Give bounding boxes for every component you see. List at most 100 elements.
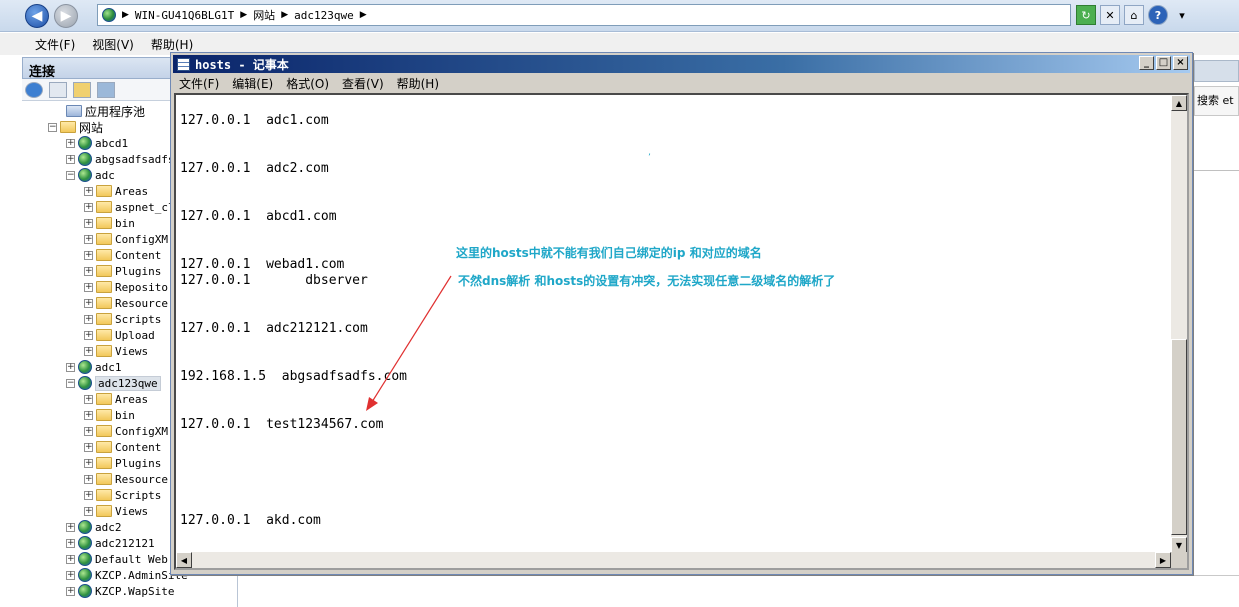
expand-icon[interactable]: + xyxy=(66,538,75,548)
expand-icon[interactable]: + xyxy=(84,490,93,500)
home-icon[interactable]: ⌂ xyxy=(1124,5,1144,25)
expand-icon[interactable]: + xyxy=(84,218,93,228)
maximize-button[interactable]: □ xyxy=(1156,56,1171,70)
vertical-scrollbar[interactable]: ▲ ▼ xyxy=(1171,95,1187,553)
expand-icon[interactable]: + xyxy=(84,234,93,244)
connect-icon[interactable] xyxy=(25,81,43,98)
scroll-left-icon[interactable]: ◀ xyxy=(176,552,192,568)
disconnect-icon[interactable] xyxy=(97,81,115,98)
menu-file[interactable]: 文件(F) xyxy=(179,75,219,92)
tree-node-site[interactable]: − adc123qwe xyxy=(66,375,161,391)
menu-help[interactable]: 帮助(H) xyxy=(151,36,193,53)
tree-node-folder[interactable]: + Resource xyxy=(84,295,168,311)
scroll-right-icon[interactable]: ▶ xyxy=(1155,552,1171,568)
size-grip[interactable] xyxy=(1171,552,1187,568)
tree-node-site[interactable]: − adc xyxy=(66,167,115,183)
collapse-icon[interactable]: − xyxy=(66,170,75,180)
refresh-icon[interactable]: ↻ xyxy=(1076,5,1096,25)
tree-node-folder[interactable]: + bin xyxy=(84,215,135,231)
horizontal-scrollbar[interactable]: ◀ ▶ xyxy=(176,552,1171,568)
breadcrumb-server[interactable]: WIN-GU41Q6BLG1T xyxy=(135,9,234,22)
notepad-titlebar[interactable]: hosts - 记事本 _ □ × xyxy=(173,55,1190,73)
tree-node-folder[interactable]: + Content xyxy=(84,439,161,455)
menu-edit[interactable]: 编辑(E) xyxy=(232,75,273,92)
expand-icon[interactable]: + xyxy=(84,282,93,292)
editor-content[interactable]: 127.0.0.1 adc1.com 127.0.0.1 adc2.com 12… xyxy=(178,95,1173,553)
tree-node-sites[interactable]: − 网站 xyxy=(48,119,103,135)
stop-icon[interactable]: ✕ xyxy=(1100,5,1120,25)
menu-file[interactable]: 文件(F) xyxy=(35,36,75,53)
expand-icon[interactable]: + xyxy=(84,202,93,212)
tree-node-site[interactable]: + adc2 xyxy=(66,519,122,535)
tree-node-folder[interactable]: + Resource xyxy=(84,471,168,487)
tree-node-site[interactable]: + abgsadfsadfs xyxy=(66,151,174,167)
collapse-icon[interactable]: − xyxy=(66,378,75,388)
tree-node-folder[interactable]: + Areas xyxy=(84,391,148,407)
menu-view[interactable]: 视图(V) xyxy=(92,36,134,53)
expand-icon[interactable]: + xyxy=(84,330,93,340)
chevron-down-icon[interactable]: ▾ xyxy=(1172,5,1192,25)
tree-node-folder[interactable]: + Content xyxy=(84,247,161,263)
tree-node-folder[interactable]: + Plugins xyxy=(84,263,161,279)
expand-icon[interactable]: + xyxy=(66,522,75,532)
minimize-button[interactable]: _ xyxy=(1139,56,1154,70)
expand-icon[interactable]: + xyxy=(84,474,93,484)
expand-icon[interactable]: + xyxy=(84,506,93,516)
expand-icon[interactable]: + xyxy=(84,314,93,324)
tree-node-folder[interactable]: + Areas xyxy=(84,183,148,199)
tree-node-site[interactable]: + adc212121 xyxy=(66,535,155,551)
tree-node-folder[interactable]: + Views xyxy=(84,343,148,359)
expand-icon[interactable]: + xyxy=(84,442,93,452)
expand-icon[interactable]: + xyxy=(84,298,93,308)
expand-icon[interactable]: + xyxy=(84,426,93,436)
expand-icon[interactable]: + xyxy=(84,266,93,276)
tree-node-folder[interactable]: + bin xyxy=(84,407,135,423)
scroll-up-icon[interactable]: ▲ xyxy=(1171,95,1187,111)
help-icon[interactable]: ? xyxy=(1148,5,1168,25)
tree-node-folder[interactable]: + ConfigXM xyxy=(84,231,168,247)
search-box[interactable]: 搜索 et xyxy=(1194,86,1239,116)
expand-icon[interactable]: + xyxy=(66,570,75,580)
expand-icon[interactable]: + xyxy=(66,554,75,564)
breadcrumb-site[interactable]: adc123qwe xyxy=(294,9,354,22)
tree-node-folder[interactable]: + Scripts xyxy=(84,487,161,503)
close-button[interactable]: × xyxy=(1173,56,1188,70)
tree-node-folder[interactable]: + Upload xyxy=(84,327,155,343)
tree-node-app-pools[interactable]: 应用程序池 xyxy=(66,103,145,119)
text-editor[interactable]: 127.0.0.1 adc1.com 127.0.0.1 adc2.com 12… xyxy=(174,93,1189,570)
tree-label: bin xyxy=(115,216,135,230)
tree-node-folder[interactable]: + Scripts xyxy=(84,311,161,327)
menu-help[interactable]: 帮助(H) xyxy=(397,75,439,92)
back-button[interactable]: ◀ xyxy=(25,4,49,28)
tree-node-folder[interactable]: + Views xyxy=(84,503,148,519)
menu-format[interactable]: 格式(O) xyxy=(286,75,329,92)
expand-icon[interactable]: + xyxy=(84,250,93,260)
folder-icon xyxy=(96,217,112,229)
expand-icon[interactable]: + xyxy=(66,138,75,148)
chevron-right-icon[interactable]: ▶ xyxy=(360,10,367,20)
expand-icon[interactable]: + xyxy=(84,186,93,196)
scroll-down-icon[interactable]: ▼ xyxy=(1171,537,1187,553)
expand-icon[interactable]: + xyxy=(84,346,93,356)
tree-node-folder[interactable]: + aspnet_cl xyxy=(84,199,175,215)
breadcrumb-sites[interactable]: 网站 xyxy=(253,7,275,23)
save-icon[interactable] xyxy=(49,81,67,98)
expand-icon[interactable]: + xyxy=(66,586,75,596)
expand-icon[interactable]: + xyxy=(66,362,75,372)
expand-icon[interactable]: + xyxy=(66,154,75,164)
forward-button[interactable]: ▶ xyxy=(54,4,78,28)
up-folder-icon[interactable] xyxy=(73,81,91,98)
tree-node-folder[interactable]: + Plugins xyxy=(84,455,161,471)
collapse-icon[interactable]: − xyxy=(48,122,57,132)
tree-node-folder[interactable]: + Reposito xyxy=(84,279,168,295)
tree-node-site[interactable]: + abcd1 xyxy=(66,135,128,151)
expand-icon[interactable]: + xyxy=(84,458,93,468)
menu-view[interactable]: 查看(V) xyxy=(342,75,384,92)
tree-node-site[interactable]: + adc1 xyxy=(66,359,122,375)
address-bar[interactable]: ▶ WIN-GU41Q6BLG1T ▶ 网站 ▶ adc123qwe ▶ xyxy=(97,4,1071,26)
tree-node-site[interactable]: + KZCP.WapSite xyxy=(66,583,174,599)
scroll-thumb[interactable] xyxy=(1171,339,1187,535)
tree-node-folder[interactable]: + ConfigXM xyxy=(84,423,168,439)
expand-icon[interactable]: + xyxy=(84,410,93,420)
expand-icon[interactable]: + xyxy=(84,394,93,404)
